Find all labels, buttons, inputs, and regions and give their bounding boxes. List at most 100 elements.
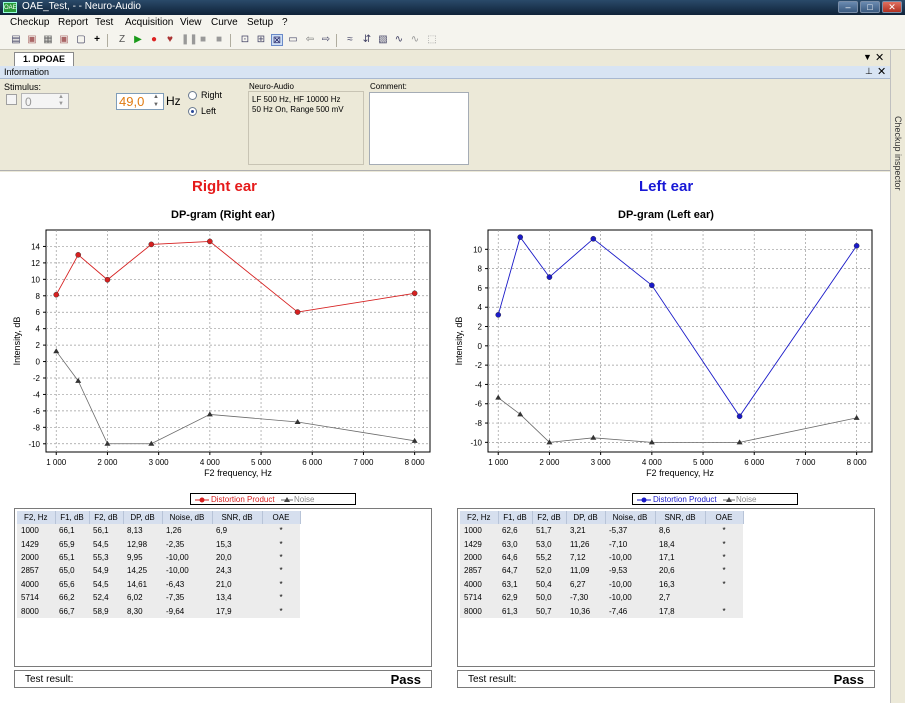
table-row[interactable]: 1429 63,0 53,0 11,26 -7,10 18,4 * <box>460 537 743 551</box>
save-icon[interactable]: ▦ <box>42 34 54 46</box>
arrow-left-icon[interactable]: ⇦ <box>304 34 316 46</box>
menu-bar: Checkup Report Test Acquisition View Cur… <box>0 15 905 31</box>
column-header: SNR, dB <box>655 511 706 524</box>
hatch-icon[interactable]: ▧ <box>377 34 389 46</box>
table-cell: 5714 <box>17 590 55 605</box>
menu-report[interactable]: Report <box>58 17 88 28</box>
pause-icon[interactable]: ❚❚ <box>181 34 198 46</box>
table-row[interactable]: 4000 65,6 54,5 14,61 -6,43 21,0 * <box>17 577 300 591</box>
table-cell: * <box>262 537 300 551</box>
table-cell: 10,36 <box>566 604 605 618</box>
frequency-value: 49,0 <box>119 94 145 109</box>
minimize-button[interactable]: – <box>838 1 858 13</box>
table-cell: 66,7 <box>55 604 89 618</box>
stimulus-value: 0 <box>25 95 32 109</box>
frame-icon[interactable]: ⬚ <box>426 34 438 46</box>
table-cell: 66,2 <box>55 590 89 605</box>
open-icon[interactable]: ▣ <box>26 34 38 46</box>
table-cell: 2000 <box>17 550 55 565</box>
arrow-right-icon[interactable]: ⇨ <box>320 34 332 46</box>
dp-point <box>411 290 418 297</box>
record-icon[interactable]: ● <box>148 34 160 46</box>
pin-icon[interactable]: ⊥ <box>865 66 873 77</box>
table-row[interactable]: 2857 64,7 52,0 11,09 -9,53 20,6 * <box>460 564 743 578</box>
menu-setup[interactable]: Setup <box>247 17 273 28</box>
table-cell: 61,3 <box>498 604 532 618</box>
table-cell: 11,26 <box>566 537 605 551</box>
tab-close-icon[interactable]: ✕ <box>875 51 884 64</box>
stimulus-checkbox[interactable] <box>6 94 17 105</box>
close-button[interactable]: ✕ <box>882 1 902 13</box>
wave-check-icon[interactable]: ∿ <box>409 34 421 46</box>
stop-icon[interactable]: ■ <box>197 34 209 46</box>
x-tick-label: 7 000 <box>795 458 816 467</box>
dp-point <box>294 309 301 315</box>
table-cell: 16,3 <box>655 577 705 591</box>
zero-icon[interactable]: Z <box>116 34 128 46</box>
wave-icon[interactable]: ∿ <box>393 34 405 46</box>
stepper-down-icon[interactable]: ▼ <box>58 101 64 107</box>
stimulus-stepper[interactable]: 0 ▲ ▼ <box>21 93 69 109</box>
table-row[interactable]: 8000 66,7 58,9 8,30 -9,64 17,9 * <box>17 604 300 618</box>
keyboard-icon[interactable]: ▭ <box>287 34 299 46</box>
table-cell: * <box>705 550 743 565</box>
x-axis-label: F2 frequency, Hz <box>646 468 714 478</box>
radio-right[interactable] <box>188 91 197 100</box>
new-checkup-icon[interactable]: ▤ <box>10 34 22 46</box>
radio-left[interactable] <box>188 107 197 116</box>
tabs-dropdown-icon[interactable]: ▼ <box>863 52 872 62</box>
frequency-stepper[interactable]: 49,0 ▲ ▼ <box>116 93 164 110</box>
table-cell: 65,0 <box>55 564 89 578</box>
dp-point <box>104 276 111 283</box>
menu-help[interactable]: ? <box>282 17 288 28</box>
table-row[interactable]: 2000 65,1 55,3 9,95 -10,00 20,0 * <box>17 550 300 565</box>
scale-icon[interactable]: ⇵ <box>361 34 373 46</box>
menu-acquisition[interactable]: Acquisition <box>125 17 173 28</box>
play-icon[interactable]: ▶ <box>132 34 144 46</box>
table-cell: -10,00 <box>605 590 655 605</box>
comment-field[interactable] <box>369 92 469 165</box>
table-cell: 15,3 <box>212 537 262 551</box>
table-row[interactable]: 1000 62,6 51,7 3,21 -5,37 8,6 * <box>460 524 743 538</box>
document-icon[interactable]: ▢ <box>75 34 87 46</box>
stimulus-icon[interactable]: ♥ <box>164 34 176 46</box>
menu-view[interactable]: View <box>180 17 202 28</box>
cursor-icon[interactable]: ⊞ <box>255 34 267 46</box>
tab-dpoae[interactable]: 1. DPOAE <box>14 52 74 66</box>
table-cell: 54,9 <box>89 564 123 578</box>
zoom-icon[interactable]: ⊡ <box>239 34 251 46</box>
toolbar-separator <box>107 34 108 47</box>
stepper-up-icon[interactable]: ▲ <box>153 94 159 100</box>
curves-icon[interactable]: ≈ <box>344 34 356 46</box>
y-tick-label: 6 <box>478 284 483 293</box>
table-row[interactable]: 2000 64,6 55,2 7,12 -10,00 17,1 * <box>460 550 743 565</box>
stepper-up-icon[interactable]: ▲ <box>58 94 64 100</box>
menu-curve[interactable]: Curve <box>211 17 238 28</box>
table-row[interactable]: 8000 61,3 50,7 10,36 -7,46 17,8 * <box>460 604 743 618</box>
table-row[interactable]: 1429 65,9 54,5 12,98 -2,35 15,3 * <box>17 537 300 551</box>
print-icon[interactable]: ▣ <box>58 34 70 46</box>
stop-all-icon[interactable]: ■ <box>213 34 225 46</box>
panel-close-icon[interactable]: ✕ <box>877 65 886 78</box>
menu-checkup[interactable]: Checkup <box>10 17 49 28</box>
stepper-down-icon[interactable]: ▼ <box>153 102 159 108</box>
stimulus-label: Stimulus: <box>4 82 42 92</box>
x-axis-label: F2 frequency, Hz <box>204 468 272 478</box>
dp-point <box>590 235 597 242</box>
add-icon[interactable]: + <box>91 34 103 46</box>
information-header: Information ⊥ ✕ <box>0 66 890 79</box>
menu-test[interactable]: Test <box>95 17 113 28</box>
table-row[interactable]: 2857 65,0 54,9 14,25 -10,00 24,3 * <box>17 564 300 578</box>
table-cell: -9,53 <box>605 564 655 578</box>
table-cell: 66,1 <box>55 524 89 538</box>
maximize-button[interactable]: □ <box>860 1 880 13</box>
table-row[interactable]: 5714 66,2 52,4 6,02 -7,35 13,4 * <box>17 590 300 605</box>
dp-point <box>546 274 553 280</box>
radio-left-dot <box>191 110 194 113</box>
checkup-inspector-sidebar[interactable]: Checkup inspector <box>890 50 905 703</box>
select-tool-icon[interactable]: ⊠ <box>271 34 283 46</box>
table-row[interactable]: 5714 62,9 50,0 -7,30 -10,00 2,7 <box>460 590 743 605</box>
window-title: OAE_Test, - - Neuro-Audio <box>22 1 141 12</box>
table-row[interactable]: 4000 63,1 50,4 6,27 -10,00 16,3 * <box>460 577 743 591</box>
table-row[interactable]: 1000 66,1 56,1 8,13 1,26 6,9 * <box>17 524 300 538</box>
